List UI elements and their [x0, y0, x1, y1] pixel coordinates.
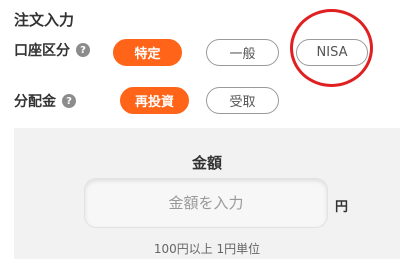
account-type-label: 口座区分	[14, 43, 70, 59]
yen-unit-label: 円	[335, 200, 349, 215]
amount-input[interactable]	[84, 178, 328, 228]
order-input-title: 注文入力	[14, 11, 75, 29]
help-icon[interactable]: ?	[76, 43, 90, 57]
amount-title: 金額	[191, 154, 222, 172]
distribution-reinvest-button[interactable]: 再投資	[120, 87, 189, 114]
distribution-label-row: 分配金 ?	[14, 91, 76, 111]
help-icon[interactable]: ?	[62, 94, 76, 108]
account-type-ippan-button[interactable]: 一般	[206, 39, 279, 66]
account-type-tokutei-button[interactable]: 特定	[113, 39, 182, 66]
amount-panel: 金額 円 100円以上 1円単位	[14, 128, 400, 259]
account-type-nisa-button[interactable]: NISA	[296, 39, 368, 66]
distribution-label: 分配金	[14, 94, 56, 110]
distribution-receive-button[interactable]: 受取	[206, 87, 279, 114]
amount-hint: 100円以上 1円単位	[153, 242, 261, 256]
account-type-label-row: 口座区分 ?	[14, 40, 90, 60]
